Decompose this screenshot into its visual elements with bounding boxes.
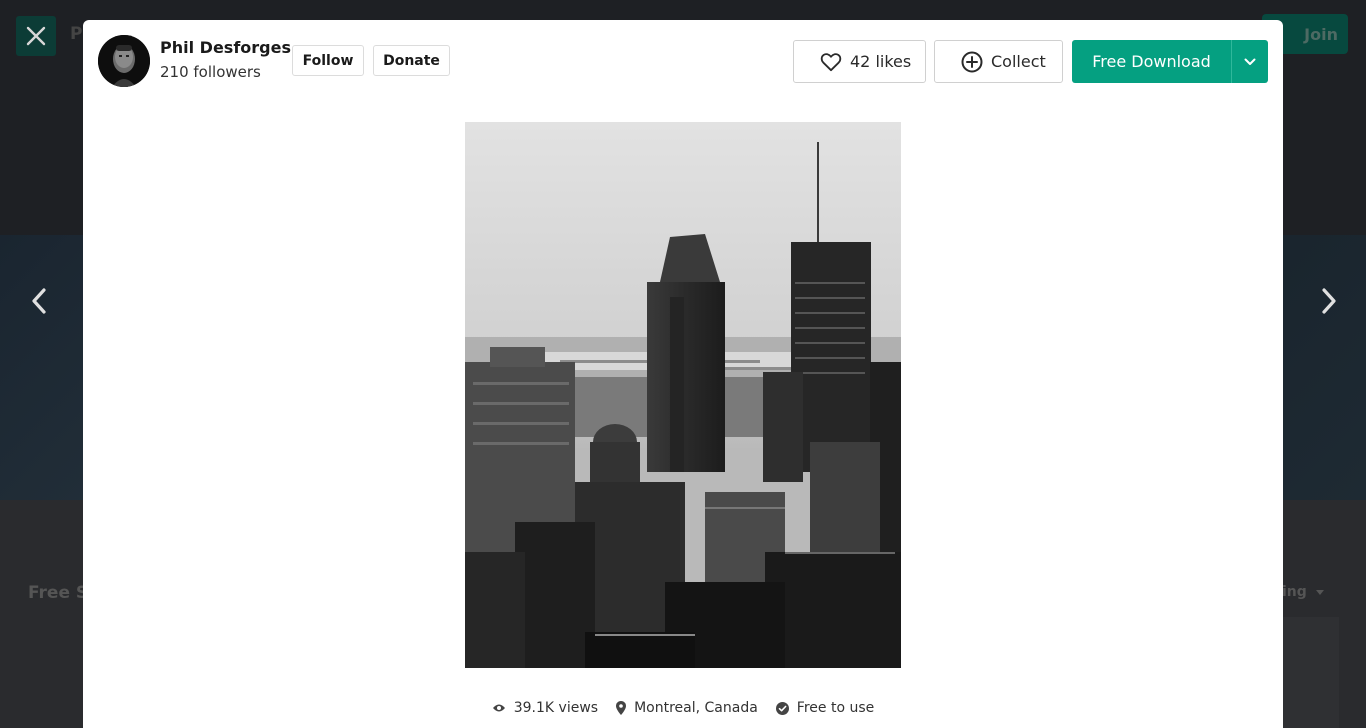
close-button[interactable] [16, 16, 56, 56]
author-followers: 210 followers [160, 63, 261, 81]
license-item[interactable]: Free to use [775, 700, 874, 716]
author-name[interactable]: Phil Desforges [160, 38, 291, 57]
heart-icon [820, 52, 842, 71]
chevron-down-icon [1244, 58, 1256, 65]
previous-photo-button[interactable] [24, 285, 54, 317]
check-circle-icon [775, 701, 789, 715]
collect-label: Collect [991, 52, 1046, 71]
collect-button[interactable]: Collect [934, 40, 1063, 83]
close-icon [26, 26, 46, 46]
donate-button[interactable]: Donate [373, 45, 450, 76]
views-count: 39.1K views [513, 700, 599, 716]
main-photo[interactable] [465, 122, 901, 668]
likes-count: 42 likes [850, 52, 912, 71]
follow-button[interactable]: Follow [292, 45, 364, 76]
plus-circle-icon [961, 51, 983, 72]
skyline-photo-image [465, 122, 901, 668]
background-logo: P [70, 24, 83, 44]
photo-modal: Phil Desforges 210 followers Follow Dona… [83, 20, 1283, 728]
eye-icon [492, 704, 505, 712]
like-button[interactable]: 42 likes [793, 40, 926, 83]
download-options-button[interactable] [1231, 40, 1268, 83]
free-download-button[interactable]: Free Download [1072, 40, 1231, 83]
chevron-left-icon [32, 288, 46, 314]
location-text[interactable]: Montreal, Canada [634, 700, 758, 716]
background-sort-label: ing [1282, 584, 1307, 600]
chevron-right-icon [1322, 288, 1336, 314]
background-section-title: Free S [28, 583, 89, 603]
avatar-image [98, 35, 150, 87]
views-item: 39.1K views [492, 700, 598, 716]
author-avatar[interactable] [98, 35, 150, 87]
photo-meta: 39.1K views Montreal, Canada Free to use [83, 700, 1283, 716]
background-photo-card [1283, 617, 1339, 728]
location-pin-icon [616, 701, 627, 715]
next-photo-button[interactable] [1314, 285, 1344, 317]
background-sort-caret-icon [1316, 590, 1324, 595]
license-text[interactable]: Free to use [797, 700, 874, 716]
location-item[interactable]: Montreal, Canada [616, 700, 758, 716]
